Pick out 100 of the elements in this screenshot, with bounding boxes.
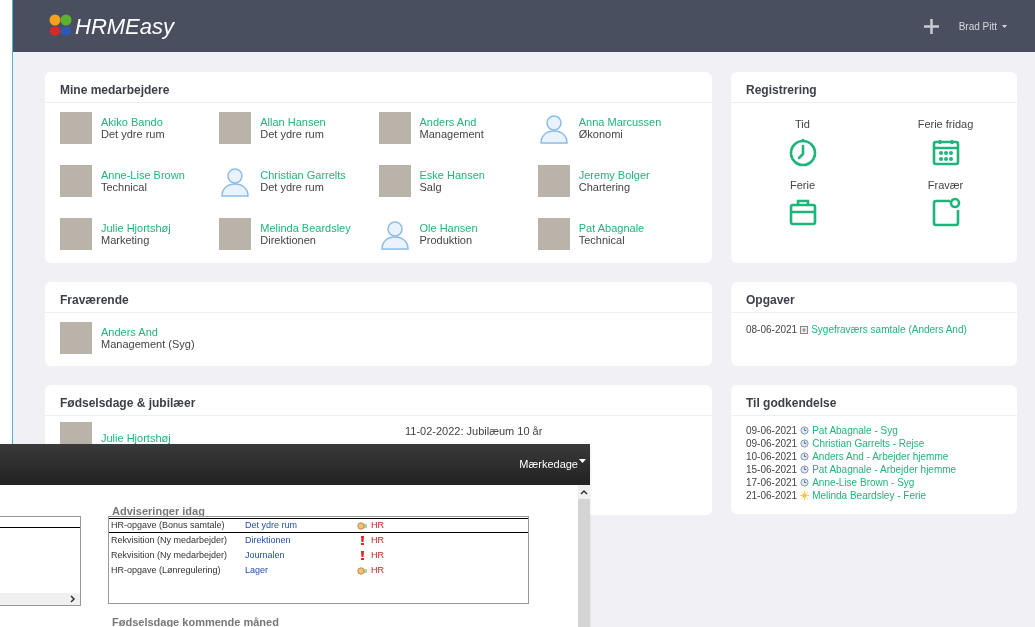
employee-link[interactable]: Melinda Beardsley xyxy=(260,222,351,234)
menu-button[interactable]: Mærkedage xyxy=(519,456,586,473)
chevron-right-icon[interactable] xyxy=(70,595,76,603)
approval-link[interactable]: Pat Abagnale - Syg xyxy=(812,424,898,437)
photo-placeholder xyxy=(60,322,92,354)
department-link[interactable]: Journalen xyxy=(245,548,355,563)
user-menu[interactable]: Brad Pitt xyxy=(958,18,1007,34)
note-icon[interactable] xyxy=(930,197,961,227)
card-title: Fødselsdage & jubilæer xyxy=(60,394,196,412)
task-text: Rekvisition (Ny medarbejder) xyxy=(111,533,229,547)
clock-icon xyxy=(800,478,810,487)
photo-placeholder xyxy=(537,165,570,197)
date-text: 10-06-2021 xyxy=(746,450,798,463)
photo-placeholder xyxy=(537,218,570,250)
task-link[interactable]: Sygefraværs samtale (Anders And) xyxy=(811,322,967,337)
department-text: Det ydre rum xyxy=(101,128,165,140)
employee-link[interactable]: Julie Hjortshøj xyxy=(101,222,171,234)
employee-link[interactable]: Eske Hansen xyxy=(419,169,485,181)
date-text: 08-06-2021 xyxy=(746,323,798,337)
photo-placeholder xyxy=(219,112,252,144)
date-text: 09-06-2021 xyxy=(746,424,798,437)
employee-link[interactable]: Pat Abagnale xyxy=(578,222,645,234)
task-text: HR-opgave (Bonus samtale) xyxy=(111,518,226,532)
owner-text: HR xyxy=(371,563,384,577)
date-text: 17-06-2021 xyxy=(746,476,798,489)
department-text: Technical xyxy=(101,181,148,193)
department-link[interactable]: Direktionen xyxy=(245,533,355,548)
department-text: Det ydre rum xyxy=(260,181,325,193)
owner-text: HR xyxy=(371,548,384,562)
employee-link[interactable]: Ole Hansen xyxy=(419,222,478,234)
caret-icon xyxy=(1002,24,1007,28)
owner-text: HR xyxy=(371,518,384,532)
photo-placeholder xyxy=(60,112,92,144)
employee-link[interactable]: Anders And xyxy=(101,326,195,338)
department-text: Management (Syg) xyxy=(101,338,195,350)
briefcase-icon[interactable] xyxy=(787,197,818,227)
scrollbar[interactable] xyxy=(578,485,590,627)
department-text: Chartering xyxy=(578,181,632,193)
department-link[interactable]: Det ydre rum xyxy=(245,518,355,533)
date-text: 21-06-2021 xyxy=(746,489,798,502)
card-title: Til godkendelse xyxy=(746,394,837,412)
task-text: Rekvisition (Ny medarbejder) xyxy=(111,548,229,562)
notification-row[interactable]: Rekvisition (Ny medarbejder) Direktionen HR xyxy=(109,533,528,548)
logo-text[interactable]: HRMEasy xyxy=(75,9,174,43)
clock-icon xyxy=(800,452,810,461)
employee-link[interactable]: Anne-Lise Brown xyxy=(101,169,185,181)
approval-link[interactable]: Anne-Lise Brown - Syg xyxy=(812,476,915,489)
registration-label: Ferie fridag xyxy=(917,117,974,132)
plus-icon[interactable] xyxy=(923,18,939,34)
clock-icon xyxy=(800,465,810,474)
department-text: Marketing xyxy=(101,234,151,246)
owner-text: HR xyxy=(371,533,384,547)
sun-icon xyxy=(800,491,810,500)
approval-link[interactable]: Christian Garrelts - Rejse xyxy=(812,437,925,450)
caret-icon xyxy=(579,459,586,464)
person-silhouette-icon xyxy=(537,112,570,144)
department-text: Det ydre rum xyxy=(260,128,325,140)
registration-label: Fravær xyxy=(927,177,964,193)
exclamation-icon xyxy=(360,551,364,560)
employee-link[interactable]: Anna Marcussen xyxy=(578,116,662,128)
employee-link[interactable]: Akiko Bando xyxy=(101,116,165,128)
photo-placeholder xyxy=(378,165,411,197)
approval-link[interactable]: Pat Abagnale - Arbejder hjemme xyxy=(812,463,957,476)
employee-link[interactable]: Anders And xyxy=(419,116,484,128)
notification-row[interactable]: Rekvisition (Ny medarbejder) Journalen HR xyxy=(109,548,528,563)
department-text: Salg xyxy=(419,181,443,193)
employee-link[interactable]: Christian Garrelts xyxy=(260,169,346,181)
clock-icon xyxy=(800,439,810,448)
date-text: 15-06-2021 xyxy=(746,463,798,476)
section-title: Adviseringer idag xyxy=(112,505,205,517)
clock-icon xyxy=(800,426,810,435)
employee-link[interactable]: Allan Hansen xyxy=(260,116,326,128)
department-text: Produktion xyxy=(419,234,474,246)
clock-icon[interactable] xyxy=(787,136,818,167)
chevron-up-icon[interactable] xyxy=(580,489,588,495)
approval-link[interactable]: Melinda Beardsley - Ferie xyxy=(812,489,927,502)
employee-link[interactable]: Julie Hjortshøj xyxy=(101,432,171,444)
department-link[interactable]: Lager xyxy=(245,563,355,578)
photo-placeholder xyxy=(60,165,92,197)
photo-placeholder xyxy=(219,218,252,250)
photo-placeholder xyxy=(60,218,92,250)
registration-label: Ferie xyxy=(789,177,816,193)
employee-link[interactable]: Jeremy Bolger xyxy=(578,169,650,181)
event-text: 11-02-2022: Jubilæum 10 år xyxy=(405,424,543,439)
notification-row[interactable]: HR-opgave (Lønregulering) Lager HR xyxy=(109,563,528,578)
logo-icon xyxy=(48,14,74,38)
department-text: Direktionen xyxy=(260,234,317,246)
approval-link[interactable]: Anders And - Arbejder hjemme xyxy=(812,450,949,463)
person-silhouette-icon xyxy=(219,165,252,197)
department-text: Technical xyxy=(578,234,626,246)
department-text: Management xyxy=(419,128,484,140)
registration-label: Tid xyxy=(795,117,810,132)
task-icon xyxy=(800,325,809,334)
card-title: Fraværende xyxy=(60,291,129,309)
card-title: Mine medarbejdere xyxy=(60,81,170,99)
card-title: Opgaver xyxy=(746,291,795,309)
photo-placeholder xyxy=(378,112,411,144)
exclamation-icon xyxy=(360,536,364,545)
notification-row[interactable]: HR-opgave (Bonus samtale) Det ydre rum HR xyxy=(109,518,528,533)
task-text: HR-opgave (Lønregulering) xyxy=(111,563,222,577)
